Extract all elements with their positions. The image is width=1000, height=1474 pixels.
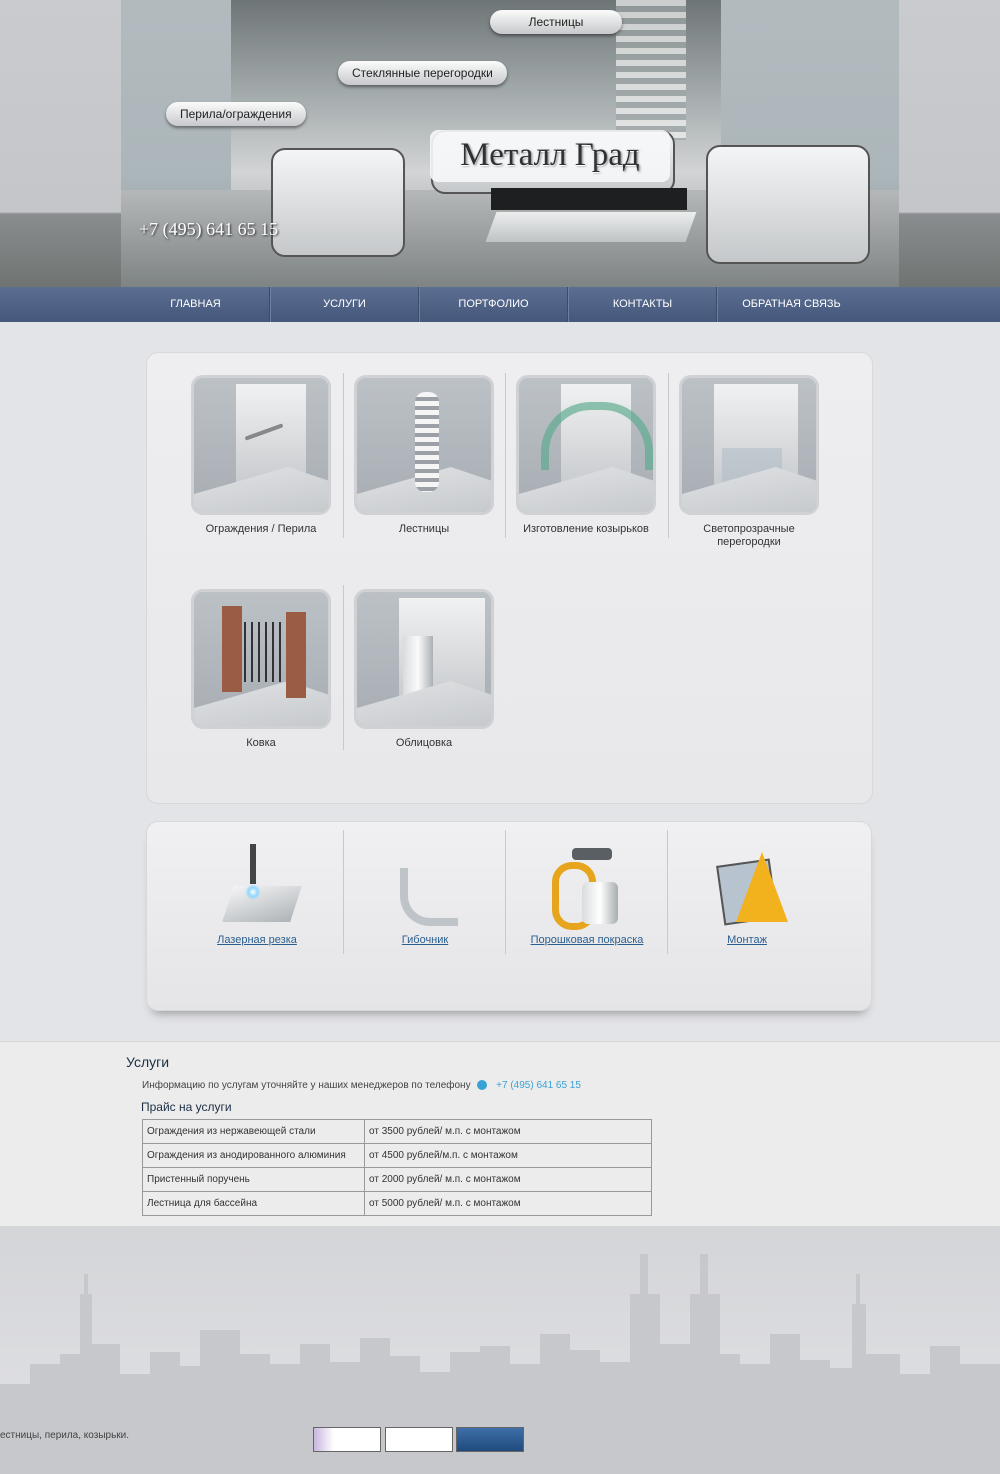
card-stairs[interactable]: Лестницы	[351, 375, 497, 536]
spray-gun-icon	[542, 842, 632, 930]
card-forging[interactable]: Ковка	[188, 589, 334, 750]
service-link[interactable]: Порошковая покраска	[507, 934, 667, 946]
card-label: Изготовление козырьков	[523, 523, 649, 535]
price-value: от 3500 рублей/ м.п. с монтажом	[364, 1119, 652, 1144]
price-title: Прайс на услуги	[141, 1100, 232, 1114]
service-laser[interactable]: Лазерная резка	[177, 842, 337, 946]
card-label: Облицовка	[395, 737, 453, 749]
glass-partition-thumbnail	[679, 375, 819, 515]
price-value: от 2000 рублей/ м.п. с монтажом	[364, 1167, 652, 1192]
table-row: Пристенный поручень от 2000 рублей/ м.п.…	[142, 1167, 652, 1192]
table-row: Ограждения из анодированного алюминия от…	[142, 1143, 652, 1168]
service-link[interactable]: Монтаж	[667, 934, 827, 946]
coffee-table-illustration	[491, 188, 687, 210]
service-link[interactable]: Гибочник	[345, 934, 505, 946]
cladding-thumbnail	[354, 589, 494, 729]
bubble-glass-partitions[interactable]: Стеклянные перегородки	[338, 61, 507, 85]
spiral-stair-illustration	[616, 0, 686, 140]
service-installation[interactable]: Монтаж	[667, 842, 827, 946]
price-service: Лестница для бассейна	[142, 1191, 365, 1216]
nav-portfolio[interactable]: ПОРТФОЛИО	[419, 287, 568, 322]
counter-badge[interactable]	[456, 1427, 524, 1452]
card-railings[interactable]: Ограждения / Перила	[188, 375, 334, 536]
railing-thumbnail	[191, 375, 331, 515]
card-label: Ограждения / Перила	[205, 523, 317, 535]
card-partitions[interactable]: Светопрозрачные перегородки	[676, 375, 822, 549]
gate-thumbnail	[191, 589, 331, 729]
footer-description: естницы, перила, козырьки.	[0, 1430, 130, 1441]
service-powder-coating[interactable]: Порошковая покраска	[507, 842, 667, 946]
card-canopies[interactable]: Изготовление козырьков	[513, 375, 659, 536]
canopy-thumbnail	[516, 375, 656, 515]
site-footer: естницы, перила, козырьки.	[0, 1226, 1000, 1474]
skype-icon	[477, 1080, 488, 1091]
price-service: Пристенный поручень	[142, 1167, 365, 1192]
card-label: Светопрозрачные перегородки	[703, 523, 795, 548]
nav-home[interactable]: ГЛАВНАЯ	[122, 287, 270, 322]
services-info: Информацию по услугам уточняйте у наших …	[142, 1080, 581, 1091]
price-table: Ограждения из нержавеющей стали от 3500 …	[142, 1119, 652, 1216]
content-section: Услуги Информацию по услугам уточняйте у…	[0, 1041, 1000, 1226]
counter-badge[interactable]	[385, 1427, 453, 1452]
card-label: Ковка	[246, 737, 276, 749]
spiral-stairs-thumbnail	[354, 375, 494, 515]
price-service: Ограждения из нержавеющей стали	[142, 1119, 365, 1144]
price-value: от 4500 рублей/м.п. с монтажом	[364, 1143, 652, 1168]
counter-badge[interactable]	[313, 1427, 381, 1452]
nav-feedback[interactable]: ОБРАТНАЯ СВЯЗЬ	[717, 287, 865, 322]
info-text: Информацию по услугам уточняйте у наших …	[142, 1080, 471, 1091]
service-bending[interactable]: Гибочник	[345, 842, 505, 946]
site-logo[interactable]: Металл Град	[430, 130, 670, 182]
nav-contacts[interactable]: КОНТАКТЫ	[568, 287, 717, 322]
drafting-icon	[702, 842, 792, 928]
service-link[interactable]: Лазерная резка	[177, 934, 337, 946]
nav-services[interactable]: УСЛУГИ	[270, 287, 419, 322]
laser-cutter-icon	[212, 842, 302, 928]
products-panel: Ограждения / Перила Лестницы Изготовлени…	[146, 352, 873, 804]
info-phone[interactable]: +7 (495) 641 65 15	[496, 1080, 581, 1091]
sofa-illustration	[271, 148, 405, 257]
bubble-railings[interactable]: Перила/ограждения	[166, 102, 306, 126]
card-label: Лестницы	[398, 523, 450, 535]
card-cladding[interactable]: Облицовка	[351, 589, 497, 750]
site-header: Лестницы Стеклянные перегородки Перила/о…	[0, 0, 1000, 287]
main-nav: ГЛАВНАЯ УСЛУГИ ПОРТФОЛИО КОНТАКТЫ ОБРАТН…	[0, 287, 1000, 322]
page-title: Услуги	[126, 1054, 170, 1070]
bent-profile-icon	[380, 842, 470, 928]
table-row: Лестница для бассейна от 5000 рублей/ м.…	[142, 1191, 652, 1216]
price-value: от 5000 рублей/ м.п. с монтажом	[364, 1191, 652, 1216]
table-row: Ограждения из нержавеющей стали от 3500 …	[142, 1119, 652, 1144]
services-panel: Лазерная резка Гибочник Порошковая покра…	[146, 821, 872, 1011]
price-service: Ограждения из анодированного алюминия	[142, 1143, 365, 1168]
header-phone: +7 (495) 641 65 15	[139, 219, 279, 239]
bubble-stairs[interactable]: Лестницы	[490, 10, 622, 34]
